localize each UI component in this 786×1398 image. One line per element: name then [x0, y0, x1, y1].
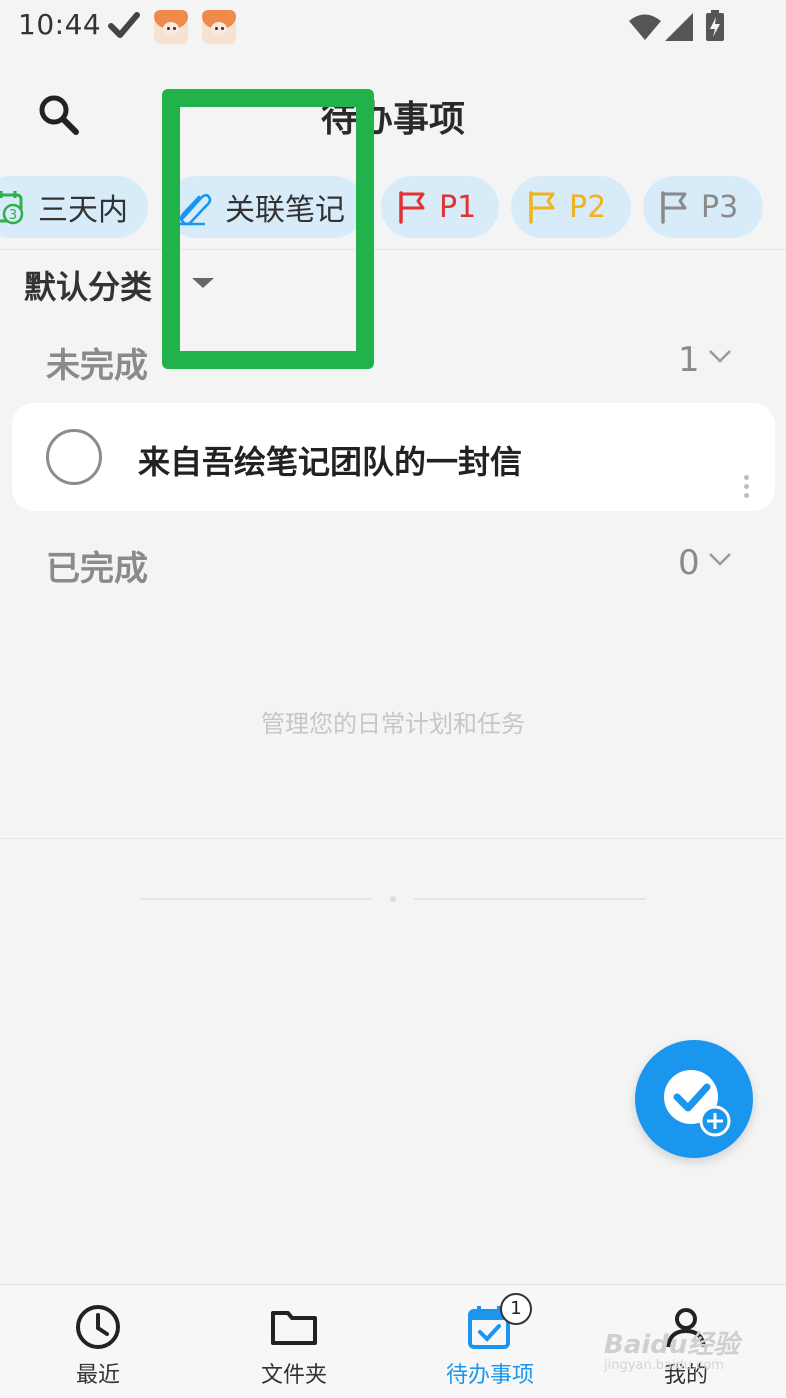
end-divider-line: [140, 898, 372, 900]
notification-avatar-icon: [202, 10, 236, 44]
page-title: 待办事项: [0, 90, 786, 142]
empty-hint: 管理您的日常计划和任务: [261, 710, 525, 738]
category-selector[interactable]: 默认分类: [24, 262, 152, 308]
chip-label: 三天内: [38, 193, 128, 228]
check-icon: [108, 12, 140, 38]
section-incomplete-title[interactable]: 未完成: [46, 338, 148, 387]
watermark-sub: jingyan.baidu.com: [604, 1358, 724, 1373]
nav-folders[interactable]: 文件夹: [196, 1285, 392, 1398]
status-time: 10:44: [18, 8, 102, 41]
watermark: Baidu经验: [604, 1330, 740, 1360]
chip-three-days[interactable]: 3 三天内: [0, 176, 148, 238]
chip-priority-p1[interactable]: P1: [381, 176, 499, 238]
wifi-icon: [629, 14, 661, 40]
nav-label: 最近: [75, 1363, 120, 1388]
nav-label: 待办事项: [445, 1363, 534, 1388]
filter-chip-row: 3 三天内 关联笔记 P1 P2 P3: [0, 176, 786, 240]
divider: [0, 249, 786, 250]
section-complete-count: 0: [678, 543, 700, 583]
flag-icon: [399, 191, 425, 224]
end-divider-dot: [390, 896, 396, 902]
nav-todo[interactable]: 1 待办事项: [392, 1285, 588, 1398]
flag-icon: [529, 191, 555, 224]
notification-avatar-icon: [154, 10, 188, 44]
svg-text:3: 3: [9, 208, 17, 223]
section-complete-title[interactable]: 已完成: [46, 541, 148, 590]
folder-icon: [271, 1311, 317, 1345]
chevron-down-icon[interactable]: [708, 551, 732, 567]
add-todo-button[interactable]: [635, 1040, 753, 1158]
todo-item[interactable]: 来自吾绘笔记团队的一封信: [12, 403, 775, 511]
clock-icon: [76, 1305, 120, 1349]
calendar-3-icon: 3: [0, 191, 24, 225]
chip-priority-p2[interactable]: P2: [511, 176, 631, 238]
chip-label: P1: [439, 189, 477, 225]
more-vertical-icon[interactable]: [744, 475, 750, 502]
todo-checkbox[interactable]: [46, 429, 102, 485]
end-divider-line: [414, 898, 646, 900]
flag-icon: [661, 191, 687, 224]
chip-priority-p3[interactable]: P3: [643, 176, 763, 238]
nav-badge: 1: [500, 1293, 532, 1325]
todo-text: 来自吾绘笔记团队的一封信: [138, 443, 523, 481]
chevron-down-icon[interactable]: [708, 348, 732, 364]
highlight-annotation-box: [162, 89, 374, 369]
chip-label: P2: [569, 189, 607, 225]
signal-icon: [665, 13, 693, 41]
status-bar: 10:44: [0, 0, 786, 56]
nav-label: 文件夹: [260, 1363, 327, 1388]
nav-recent[interactable]: 最近: [0, 1285, 196, 1398]
divider: [0, 838, 786, 839]
check-circle-plus-icon: [664, 1070, 731, 1137]
section-incomplete-count: 1: [678, 340, 700, 380]
chip-label: P3: [701, 189, 739, 225]
battery-charging-icon: [706, 10, 724, 41]
